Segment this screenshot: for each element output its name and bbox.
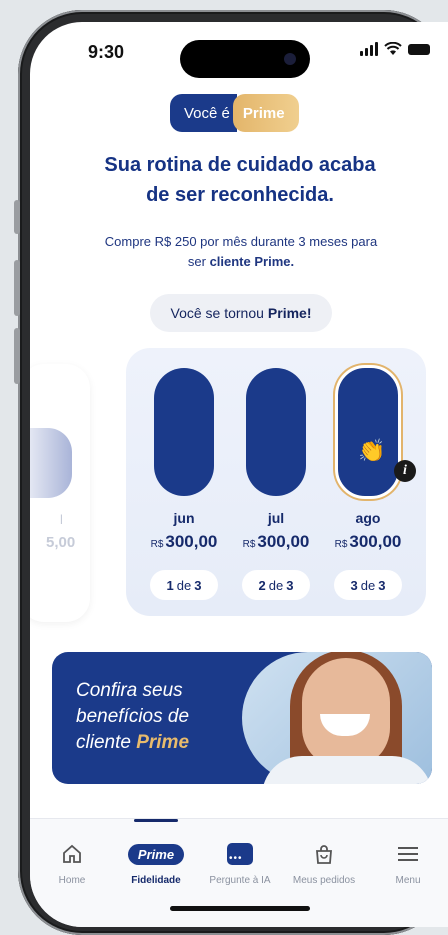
nav-label: Pergunte à IA bbox=[209, 875, 271, 886]
description-bold: cliente Prime. bbox=[209, 254, 295, 269]
amount: 300,00 bbox=[349, 532, 402, 551]
step-number: 3 bbox=[350, 577, 358, 593]
amount: 300,00 bbox=[257, 532, 310, 551]
badge-right-text: Prime bbox=[232, 94, 299, 132]
prime-pill-icon: Prime bbox=[127, 843, 185, 865]
currency-label: R$ bbox=[242, 539, 256, 550]
currency-label: R$ bbox=[334, 539, 348, 550]
month-capsule bbox=[246, 368, 306, 496]
banner-photo bbox=[242, 652, 432, 784]
step-total: 3 bbox=[378, 577, 386, 593]
side-button bbox=[14, 328, 20, 384]
home-icon bbox=[63, 844, 81, 863]
banner-prime-word: Prime bbox=[136, 732, 190, 753]
step-number: 1 bbox=[166, 577, 174, 593]
step-total: 3 bbox=[286, 577, 294, 593]
step-of: de bbox=[268, 577, 284, 593]
step-total: 3 bbox=[194, 577, 202, 593]
month-value: R$ 300,00 bbox=[322, 532, 414, 552]
info-icon[interactable]: i bbox=[394, 460, 416, 482]
status-pill-bold: Prime! bbox=[267, 305, 312, 321]
menu-icon bbox=[398, 847, 418, 861]
nav-meus-pedidos[interactable]: Meus pedidos bbox=[282, 839, 366, 886]
month-value: R$ 300,00 bbox=[230, 532, 322, 552]
month-capsule-active: 👏 i bbox=[335, 365, 416, 499]
banner-line-1: Confira seus bbox=[76, 680, 183, 701]
step-number: 2 bbox=[258, 577, 266, 593]
status-bar: 9:30 bbox=[30, 22, 448, 82]
month-name: jul bbox=[267, 510, 285, 526]
nav-label: Menu bbox=[395, 875, 421, 886]
month-name: ago bbox=[355, 510, 381, 526]
battery-icon bbox=[408, 43, 430, 55]
nav-label: Fidelidade bbox=[131, 875, 181, 886]
banner-line-3-prefix: cliente bbox=[76, 732, 131, 753]
nav-label: Home bbox=[58, 875, 86, 886]
signal-icon bbox=[360, 42, 378, 56]
photo-shirt bbox=[262, 756, 432, 784]
bag-icon bbox=[316, 845, 332, 864]
month-capsule bbox=[154, 368, 214, 496]
photo-face bbox=[302, 658, 390, 768]
wifi-icon bbox=[384, 42, 402, 55]
home-indicator bbox=[170, 906, 310, 911]
step-counter: 1 de 3 bbox=[150, 570, 218, 600]
status-pill: Você se tornou Prime! bbox=[150, 294, 332, 332]
nav-home[interactable]: Home bbox=[30, 839, 114, 886]
nav-menu[interactable]: Menu bbox=[366, 839, 448, 886]
chat-ai-icon bbox=[227, 843, 253, 865]
prime-badge: Você é Prime bbox=[170, 94, 299, 132]
step-counter: 2 de 3 bbox=[242, 570, 310, 600]
banner-line-3: cliente Prime bbox=[76, 730, 189, 756]
status-pill-text: Você se tornou bbox=[170, 305, 264, 321]
step-counter: 3 de 3 bbox=[334, 570, 402, 600]
status-icons bbox=[360, 42, 430, 56]
nav-pergunte-ia[interactable]: Pergunte à IA bbox=[198, 839, 282, 886]
badge-left-text: Você é bbox=[170, 94, 237, 132]
banner-line-2: benefícios de bbox=[76, 706, 190, 727]
banner-text: Confira seus benefícios de cliente Prime bbox=[76, 678, 189, 756]
nav-active-indicator bbox=[134, 819, 178, 822]
month-value: R$ 300,00 bbox=[138, 532, 230, 552]
status-time: 9:30 bbox=[88, 42, 125, 62]
previous-month-name: l bbox=[60, 512, 63, 527]
headline: Sua rotina de cuidado acaba de ser recon… bbox=[104, 154, 376, 206]
nav-fidelidade[interactable]: Prime Fidelidade bbox=[114, 839, 198, 886]
month-name: jun bbox=[173, 510, 195, 526]
step-of: de bbox=[360, 577, 376, 593]
app-screen: 9:30 Você é Prime Sua rotina de cuidado … bbox=[30, 22, 448, 927]
previous-month-capsule bbox=[30, 428, 72, 498]
side-button bbox=[14, 200, 20, 234]
prime-benefits-banner[interactable]: Confira seus benefícios de cliente Prime bbox=[52, 652, 432, 784]
dynamic-island bbox=[180, 40, 310, 78]
amount: 300,00 bbox=[165, 532, 218, 551]
currency-label: R$ bbox=[150, 539, 164, 550]
previous-month-value: 5,00 bbox=[46, 534, 76, 551]
clapping-hands-icon: 👏 bbox=[358, 438, 386, 463]
months-panel: jun R$ 300,00 1 de 3 jul R$ 300,00 2 de 3 👏 i … bbox=[126, 348, 426, 616]
nav-label: Meus pedidos bbox=[292, 875, 356, 886]
side-button bbox=[14, 260, 20, 316]
description: Compre R$ 250 por mês durante 3 meses pa… bbox=[98, 232, 384, 272]
step-of: de bbox=[176, 577, 192, 593]
